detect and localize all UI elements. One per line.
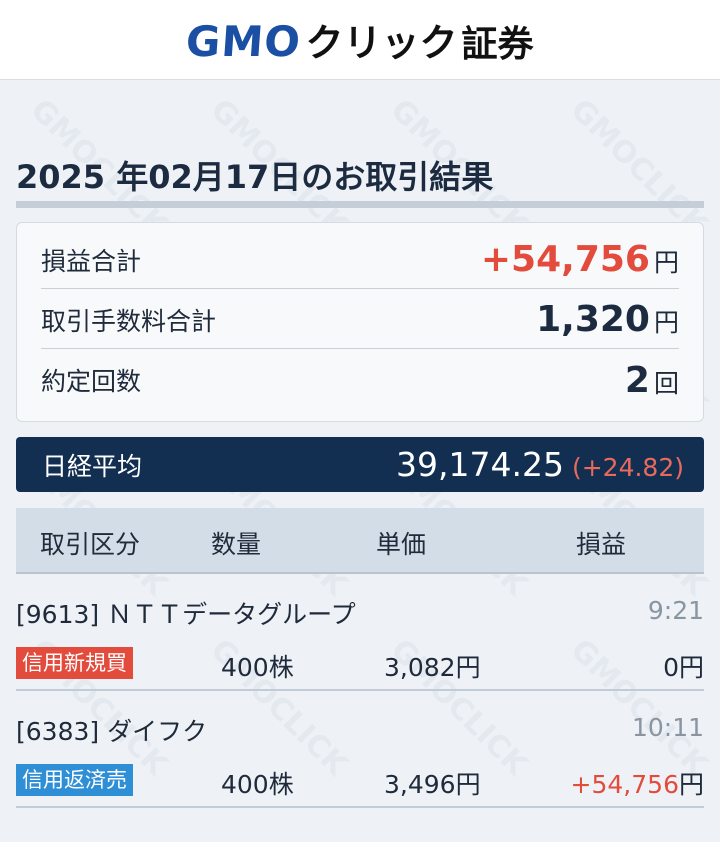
logo-gmo-text: GMO [184,17,304,66]
trade-row[interactable]: [6383] ダイフク 10:11 信用返済売 400株 3,496円 +54,… [16,692,704,808]
trade-qty-unit: 株 [268,770,294,799]
logo-click-text: クリック [305,21,458,65]
trade-type-badge: 信用新規買 [16,647,133,679]
trade-row[interactable]: [9613] ＮＴＴデータグループ 9:21 信用新規買 400株 3,082円… [16,575,704,691]
profit-label: 損益合計 [41,246,142,276]
trade-price: 3,082円 [384,648,481,684]
trade-pl-value: 0 [663,653,679,682]
nikkei-value-group: 39,174.25 (+24.82) [396,445,684,484]
fee-value: 1,320 [536,299,650,340]
trade-qty: 400株 [221,765,294,801]
count-value-group: 2 回 [625,360,679,401]
trade-pl: 0円 [663,648,704,684]
trade-price-value: 3,496 [384,770,456,799]
trade-time: 9:21 [647,596,704,625]
count-value: 2 [624,359,650,401]
trade-stock-name: [6383] ダイフク [16,717,208,746]
count-unit: 回 [653,368,679,398]
fee-value-group: 1,320 円 [536,299,679,340]
trade-stock-name: [9613] ＮＴＴデータグループ [16,600,356,629]
trade-type-badge: 信用返済売 [16,764,133,796]
profit-unit: 円 [653,248,679,277]
title-divider [16,201,704,208]
column-header-pl: 損益 [576,530,627,559]
summary-row-fee: 取引手数料合計 1,320 円 [41,291,679,349]
column-header-type: 取引区分 [40,530,141,559]
trade-price-value: 3,082 [384,653,456,682]
trade-price: 3,496円 [384,765,481,801]
trade-pl-value: +54,756 [570,770,679,799]
nikkei-value: 39,174.25 [396,445,564,484]
trade-price-unit: 円 [455,653,481,682]
logo-sho-text: 証券 [461,24,534,65]
fee-unit: 円 [653,308,679,337]
profit-value-group: +54,756 円 [481,239,679,280]
trade-qty-value: 400 [221,653,269,682]
nikkei-change: (+24.82) [571,453,684,482]
trade-pl-unit: 円 [678,770,704,799]
table-header-divider [16,572,704,574]
table-header: 取引区分 数量 単価 損益 [16,508,704,572]
trade-qty-unit: 株 [268,653,294,682]
fee-label: 取引手数料合計 [41,306,217,336]
column-header-qty: 数量 [211,530,262,559]
trade-pl: +54,756円 [571,765,704,801]
watermark-text: GMOCLICK [563,92,714,243]
page-title: 2025 年02月17日のお取引結果 [16,158,494,196]
trade-qty-value: 400 [221,770,269,799]
summary-row-profit: 損益合計 +54,756 円 [41,231,679,289]
app-header: GMO クリック 証券 [0,0,720,80]
nikkei-bar: 日経平均 39,174.25 (+24.82) [16,437,704,492]
column-header-price: 単価 [376,530,427,559]
trade-qty: 400株 [221,648,294,684]
nikkei-label: 日経平均 [42,451,143,481]
summary-card: 損益合計 +54,756 円 取引手数料合計 1,320 円 約定回数 2 回 [16,222,704,422]
trade-pl-unit: 円 [678,653,704,682]
count-label: 約定回数 [41,367,142,396]
profit-value: +54,756 [480,239,650,280]
trade-time: 10:11 [631,713,704,742]
trade-price-unit: 円 [455,770,481,799]
gmo-click-logo[interactable]: GMO クリック 証券 [184,12,534,67]
summary-row-count: 約定回数 2 回 [41,351,679,409]
